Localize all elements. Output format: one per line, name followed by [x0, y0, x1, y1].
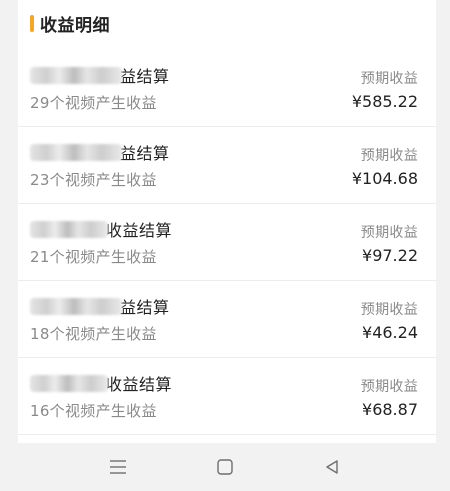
back-triangle-icon: [326, 460, 338, 474]
row-title: 益结算: [30, 64, 170, 86]
list-item[interactable]: 益结算 23个视频产生收益 预期收益 ¥104.68: [18, 127, 436, 204]
amount-value: ¥585.22: [351, 92, 418, 111]
amount-block: 预期收益 ¥104.68: [352, 145, 418, 188]
home-square-icon: [217, 459, 233, 475]
menu-icon: [110, 460, 126, 474]
earnings-card: 收益明细 益结算 29个视频产生收益 预期收益 ¥585.22 益结算 23个视…: [18, 0, 436, 443]
amount-label: 预期收益: [360, 225, 418, 241]
list-item[interactable]: 益结算 29个视频产生收益 预期收益 ¥585.22: [18, 50, 436, 127]
blurred-name: [30, 374, 108, 392]
earnings-list: 益结算 29个视频产生收益 预期收益 ¥585.22 益结算 23个视频产生收益…: [18, 50, 436, 435]
list-item[interactable]: 益结算 18个视频产生收益 预期收益 ¥46.24: [18, 281, 436, 358]
home-button[interactable]: [211, 453, 239, 481]
amount-block: 预期收益 ¥46.24: [361, 299, 418, 342]
settlement-title: 收益结算: [106, 221, 173, 240]
row-title: 益结算: [30, 295, 170, 317]
system-nav-bar: [0, 443, 450, 491]
menu-button[interactable]: [104, 453, 132, 481]
amount-block: 预期收益 ¥585.22: [352, 68, 418, 111]
blurred-name: [30, 143, 122, 161]
amount-value: ¥68.87: [362, 400, 418, 419]
amount-value: ¥97.22: [362, 246, 418, 265]
amount-label: 预期收益: [360, 148, 418, 164]
video-count-text: 18个视频产生收益: [30, 325, 157, 343]
section-title: 收益明细: [40, 15, 110, 36]
amount-label: 预期收益: [360, 71, 418, 87]
settlement-title: 收益结算: [106, 375, 173, 394]
amount-block: 预期收益 ¥97.22: [361, 222, 418, 265]
blurred-name: [30, 297, 122, 315]
back-button[interactable]: [318, 453, 346, 481]
video-count-text: 29个视频产生收益: [30, 94, 157, 112]
settlement-title: 益结算: [120, 298, 170, 317]
blurred-name: [30, 66, 122, 84]
amount-label: 预期收益: [360, 302, 418, 318]
video-count-text: 23个视频产生收益: [30, 171, 157, 189]
accent-bar: [30, 14, 34, 32]
section-header: 收益明细: [30, 12, 110, 36]
video-count-text: 16个视频产生收益: [30, 402, 157, 420]
amount-label: 预期收益: [360, 379, 418, 395]
settlement-title: 益结算: [120, 144, 170, 163]
row-title: 收益结算: [30, 218, 172, 240]
amount-block: 预期收益 ¥68.87: [361, 376, 418, 419]
blurred-name: [30, 220, 108, 238]
amount-value: ¥104.68: [351, 169, 418, 188]
row-title: 收益结算: [30, 372, 172, 394]
list-item[interactable]: 收益结算 21个视频产生收益 预期收益 ¥97.22: [18, 204, 436, 281]
row-title: 益结算: [30, 141, 170, 163]
amount-value: ¥46.24: [362, 323, 418, 342]
video-count-text: 21个视频产生收益: [30, 248, 157, 266]
settlement-title: 益结算: [120, 67, 170, 86]
list-item[interactable]: 收益结算 16个视频产生收益 预期收益 ¥68.87: [18, 358, 436, 435]
